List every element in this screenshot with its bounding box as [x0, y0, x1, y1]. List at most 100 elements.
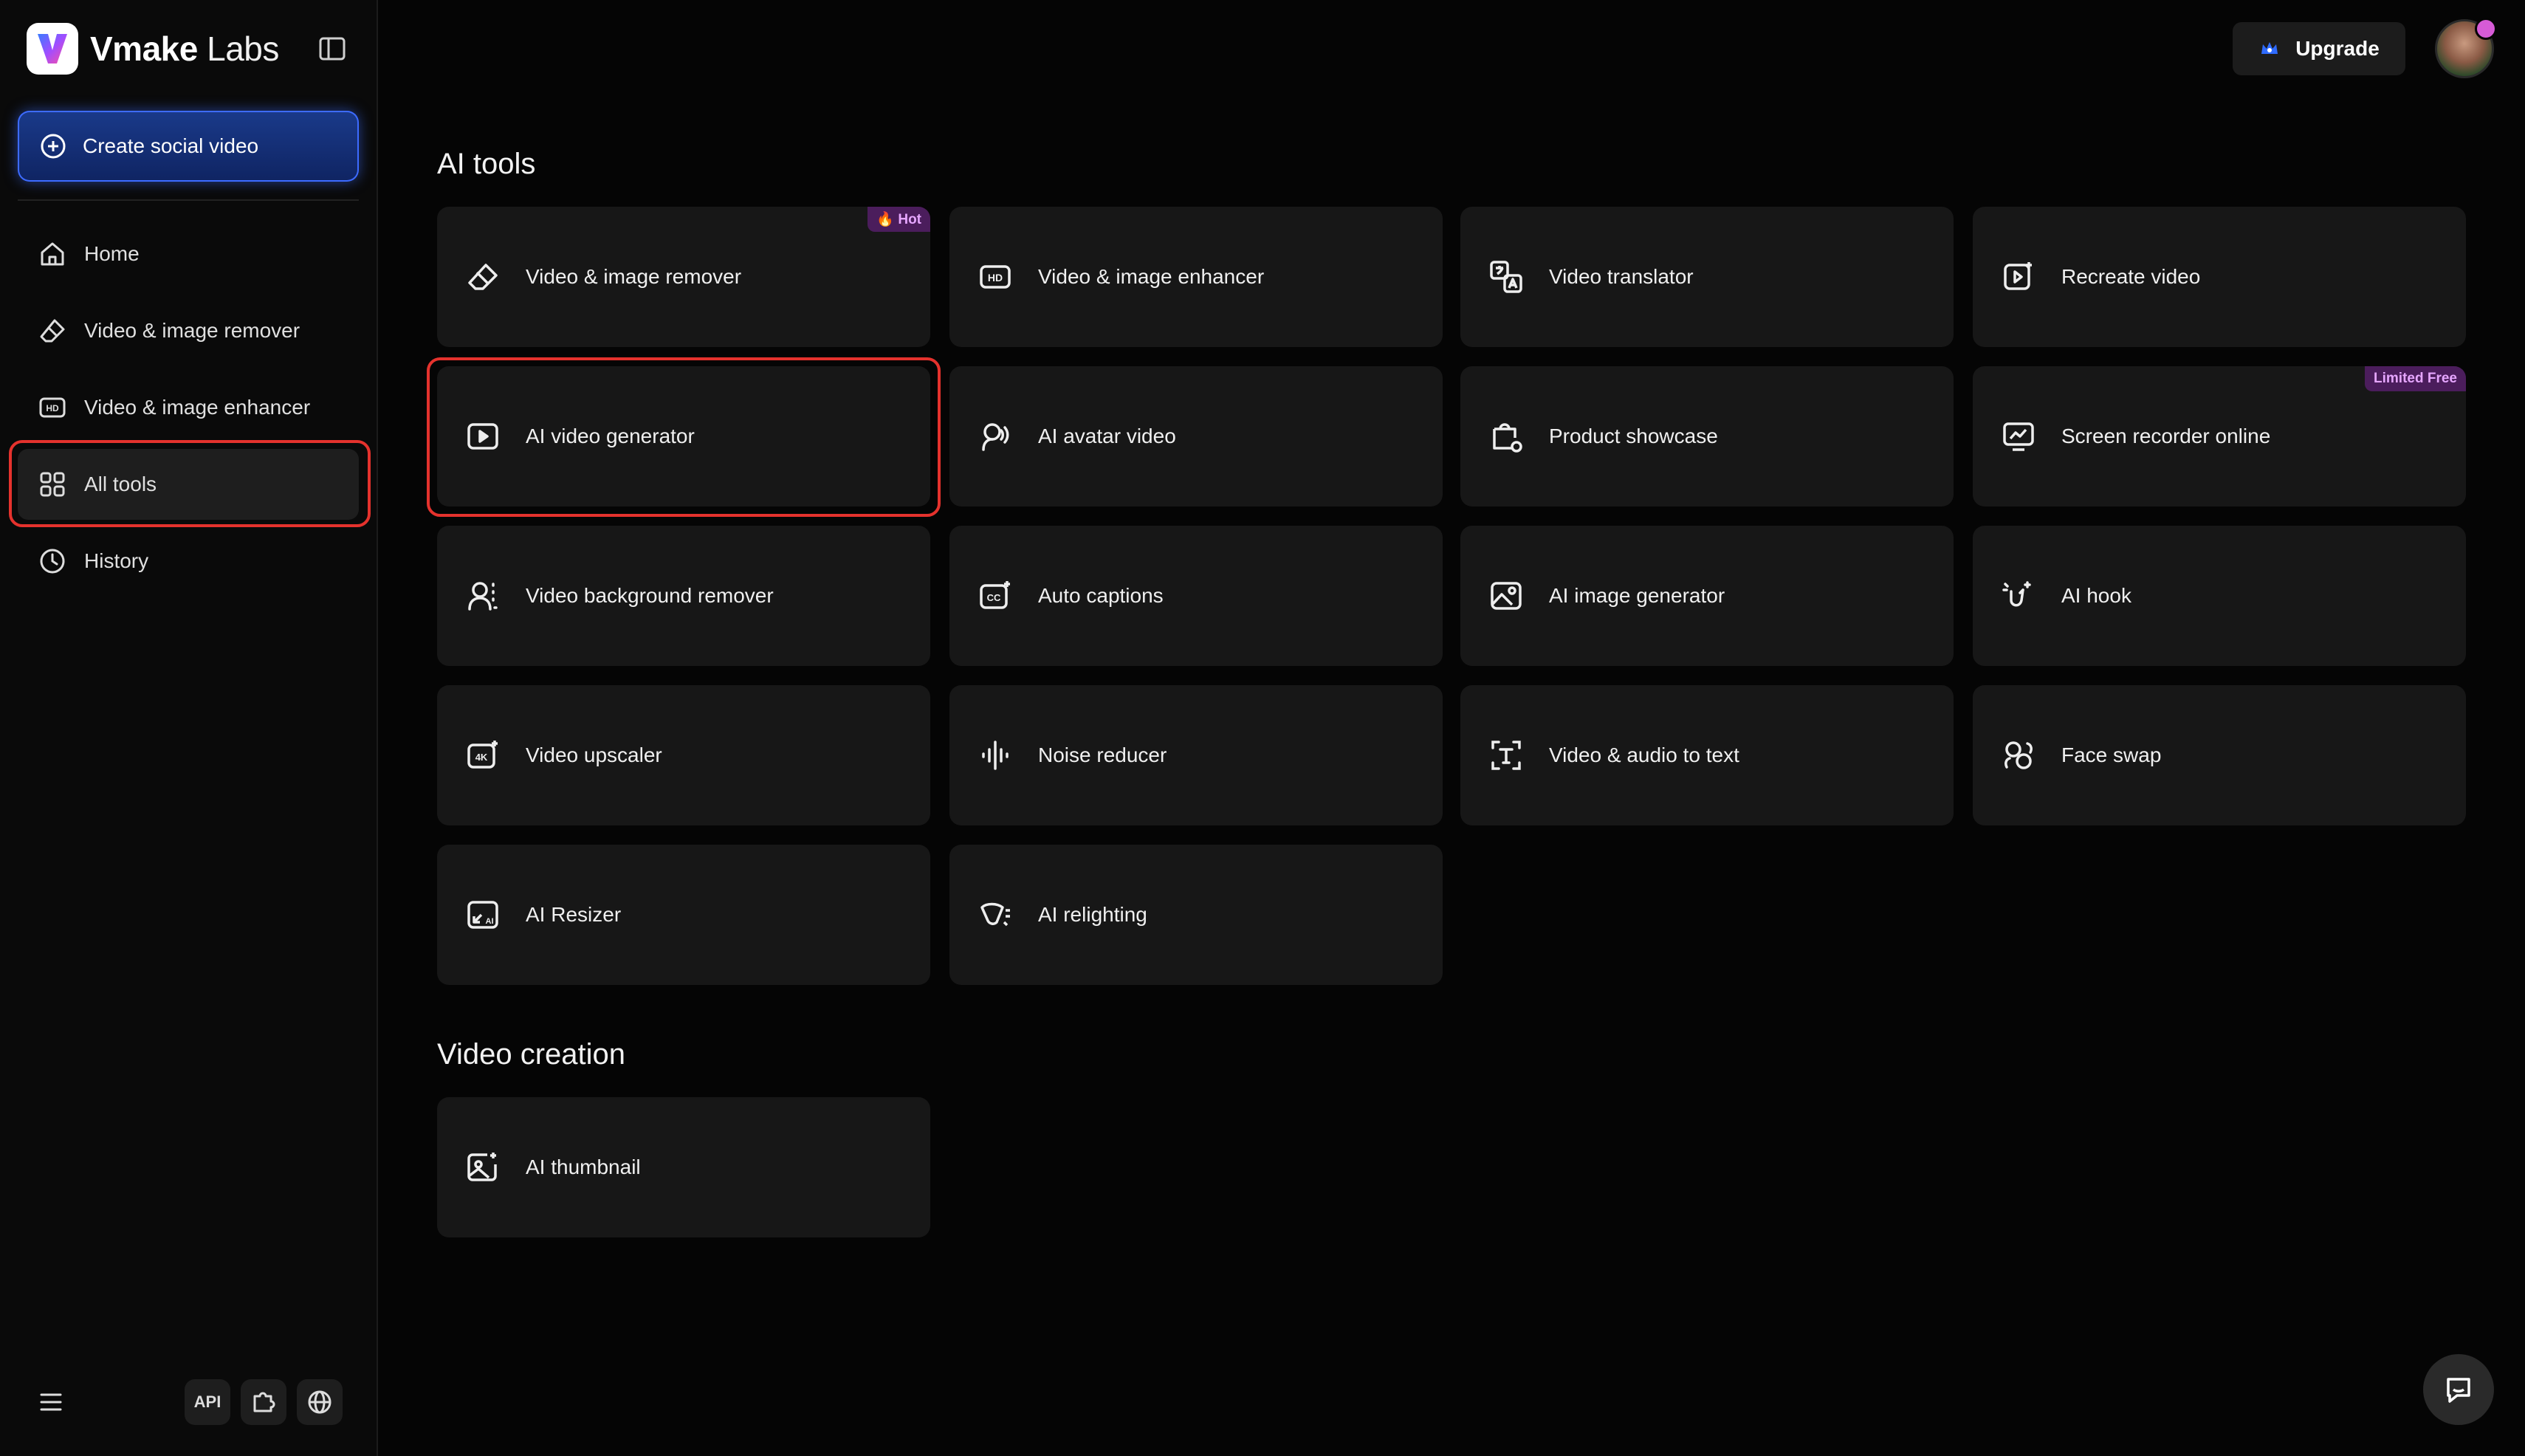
tool-card-ai-hook[interactable]: AI hook: [1973, 526, 2466, 666]
tool-card-label: Recreate video: [2061, 265, 2201, 288]
tool-card-recreate-video[interactable]: Recreate video: [1973, 207, 2466, 347]
hot-badge: 🔥 Hot: [868, 207, 930, 232]
tool-card-label: AI hook: [2061, 584, 2131, 607]
sidebar-item-label: Video & image enhancer: [84, 396, 311, 419]
tool-card-ai-thumbnail[interactable]: AI thumbnail: [437, 1097, 930, 1237]
text-icon: [1488, 738, 1524, 773]
tool-card-screen-recorder-online[interactable]: Screen recorder online Limited Free: [1973, 366, 2466, 506]
relight-icon: [978, 897, 1013, 933]
hook-icon: [2001, 578, 2036, 614]
tool-card-label: Video upscaler: [526, 744, 662, 766]
sidebar-divider: [18, 199, 359, 201]
puzzle-icon: [253, 1392, 275, 1412]
translate-icon: [1488, 259, 1524, 295]
sidebar-item-label: History: [84, 549, 149, 572]
create-social-video-label: Create social video: [83, 134, 259, 157]
sidebar-footer: API: [0, 1373, 378, 1432]
clock-icon: [40, 549, 65, 574]
tool-card-product-showcase[interactable]: Product showcase: [1460, 366, 1954, 506]
4k-icon: 4K: [465, 738, 501, 773]
recreate-icon: [2001, 259, 2036, 295]
sidebar-item-video-image-remover[interactable]: Video & image remover: [18, 295, 359, 366]
language-button[interactable]: [297, 1379, 343, 1425]
upgrade-label: Upgrade: [2295, 37, 2380, 60]
tool-card-label: AI Resizer: [526, 903, 622, 926]
tool-card-label: Face swap: [2061, 744, 2162, 766]
tool-card-video-translator[interactable]: Video translator: [1460, 207, 1954, 347]
ai-video-generator-highlight: [427, 357, 941, 517]
tool-card-face-swap[interactable]: Face swap: [1973, 685, 2466, 825]
plus-circle-icon: [41, 134, 66, 159]
sidebar-collapse-icon[interactable]: [317, 34, 347, 63]
tool-card-label: Noise reducer: [1038, 744, 1167, 766]
tool-card-label: Product showcase: [1549, 425, 1718, 447]
tool-card-label: Auto captions: [1038, 584, 1164, 607]
upgrade-button[interactable]: Upgrade: [2233, 22, 2405, 75]
tool-card-video-audio-to-text[interactable]: Video & audio to text: [1460, 685, 1954, 825]
sidebar-item-label: Video & image remover: [84, 319, 300, 342]
tool-card-label: Video & image remover: [526, 265, 742, 288]
api-label: API: [193, 1393, 221, 1411]
tool-card-auto-captions[interactable]: CC Auto captions: [949, 526, 1443, 666]
tool-card-ai-resizer[interactable]: AI AI Resizer: [437, 845, 930, 985]
tool-card-video-image-remover[interactable]: Video & image remover 🔥 Hot: [437, 207, 930, 347]
avatar-badge-icon: [2475, 18, 2497, 40]
extension-button[interactable]: [241, 1379, 286, 1425]
sidebar-item-label: Home: [84, 242, 140, 265]
image-icon: [1488, 578, 1524, 614]
sidebar: Vmake Labs Create social video Home Vide…: [0, 0, 378, 1456]
tool-card-label: Video & audio to text: [1549, 744, 1739, 766]
api-button[interactable]: API: [185, 1379, 230, 1425]
tool-card-video-upscaler[interactable]: 4K Video upscaler: [437, 685, 930, 825]
noise-icon: [978, 738, 1013, 773]
tool-card-noise-reducer[interactable]: Noise reducer: [949, 685, 1443, 825]
person-background-icon: [465, 578, 501, 614]
tool-card-ai-image-generator[interactable]: AI image generator: [1460, 526, 1954, 666]
tool-card-label: AI avatar video: [1038, 425, 1176, 447]
hd-icon: HD: [39, 397, 66, 418]
tool-card-label: Video background remover: [526, 584, 774, 607]
tool-card-label: Video & image enhancer: [1038, 265, 1265, 288]
svg-text:AI: AI: [486, 917, 494, 926]
sidebar-item-video-image-enhancer[interactable]: HD Video & image enhancer: [18, 372, 359, 443]
tool-card-label: AI thumbnail: [526, 1155, 641, 1178]
tool-card-ai-relighting[interactable]: AI relighting: [949, 845, 1443, 985]
svg-text:HD: HD: [46, 403, 59, 413]
captions-icon: CC: [978, 578, 1013, 614]
svg-text:4K: 4K: [475, 752, 488, 763]
menu-icon[interactable]: [37, 1388, 65, 1420]
chat-support-button[interactable]: [2423, 1354, 2494, 1425]
create-social-video-button[interactable]: Create social video: [18, 111, 359, 182]
globe-icon: [308, 1390, 331, 1414]
eraser-icon: [40, 319, 65, 343]
tool-card-video-image-enhancer[interactable]: HD Video & image enhancer: [949, 207, 1443, 347]
tool-card-label: Video translator: [1549, 265, 1694, 288]
section-title-ai-tools: AI tools: [437, 148, 536, 180]
section-title-video-creation: Video creation: [437, 1038, 625, 1071]
crown-icon: [2261, 42, 2278, 54]
tool-card-label: AI relighting: [1038, 903, 1147, 926]
svg-text:CC: CC: [987, 592, 1001, 603]
tool-card-label: Screen recorder online: [2061, 425, 2271, 447]
brand-name: Vmake Labs: [90, 30, 279, 68]
sidebar-item-history[interactable]: History: [18, 526, 359, 597]
resize-icon: AI: [465, 897, 501, 933]
svg-text:HD: HD: [988, 272, 1003, 284]
vmake-logo-icon: [27, 23, 78, 75]
avatar-voice-icon: [978, 419, 1013, 454]
product-icon: [1488, 419, 1524, 454]
limited-free-badge: Limited Free: [2365, 366, 2466, 391]
tool-card-video-background-remover[interactable]: Video background remover: [437, 526, 930, 666]
brand-logo[interactable]: Vmake Labs: [27, 21, 279, 77]
all-tools-highlight: [9, 440, 371, 527]
chat-icon: [2447, 1378, 2470, 1403]
screen-recorder-icon: [2001, 419, 2036, 454]
tool-card-label: AI image generator: [1549, 584, 1725, 607]
thumbnail-icon: [465, 1150, 501, 1185]
face-swap-icon: [2001, 738, 2036, 773]
eraser-icon: [465, 259, 501, 295]
tool-card-ai-avatar-video[interactable]: AI avatar video: [949, 366, 1443, 506]
sidebar-item-home[interactable]: Home: [18, 219, 359, 289]
hd-icon: HD: [978, 259, 1013, 295]
home-icon: [41, 242, 64, 266]
